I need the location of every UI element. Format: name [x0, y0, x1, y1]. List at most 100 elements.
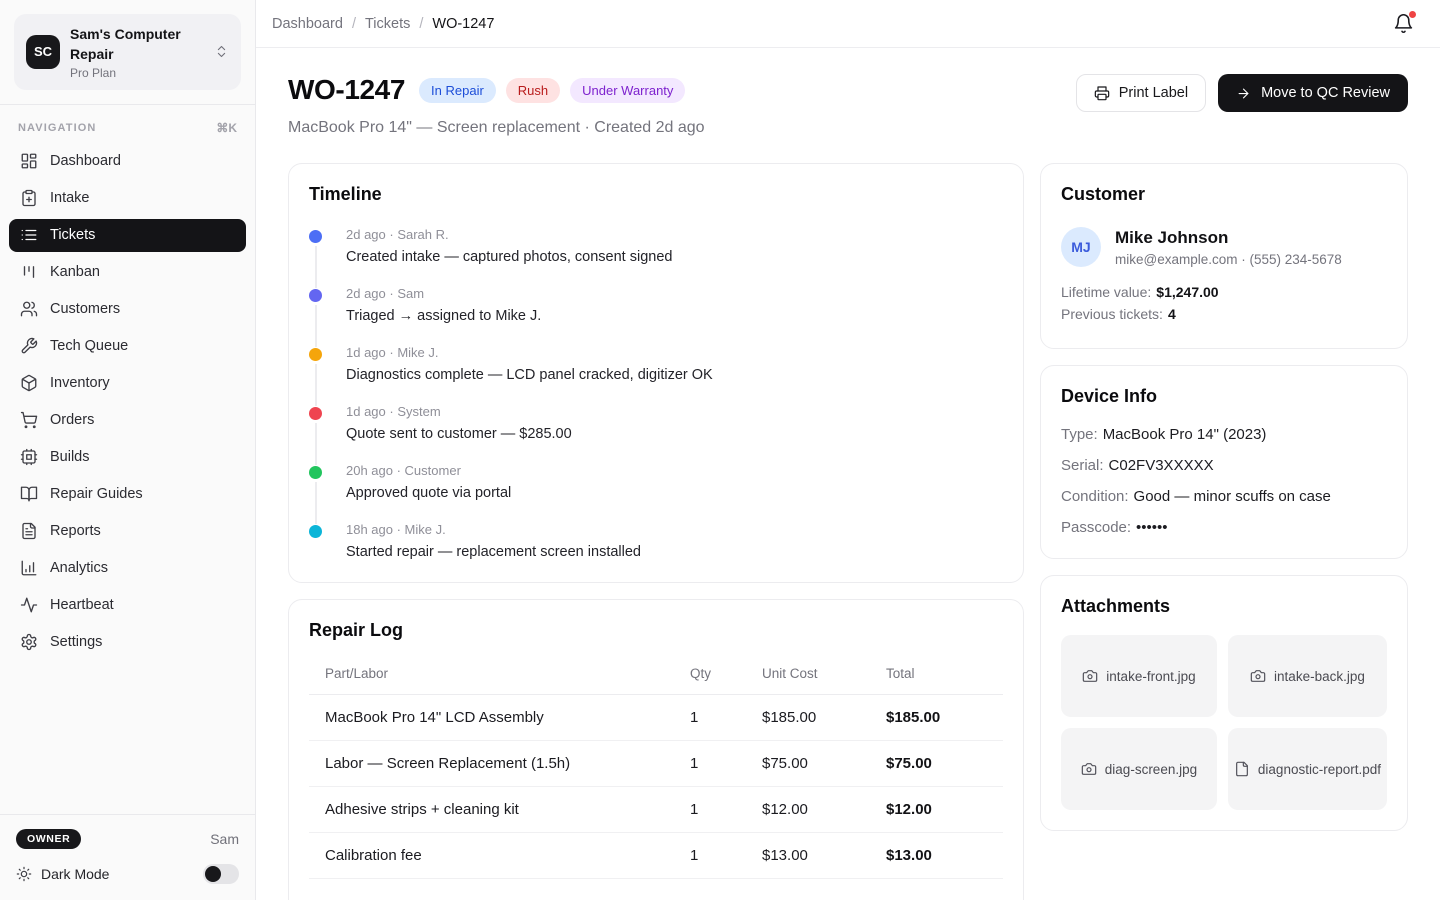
- wrench-icon: [20, 337, 38, 355]
- cell-part: MacBook Pro 14" LCD Assembly: [325, 709, 690, 726]
- status-badges: In Repair Rush Under Warranty: [419, 78, 685, 103]
- sidebar-item-dashboard[interactable]: Dashboard: [9, 145, 246, 178]
- attachment-tile[interactable]: intake-back.jpg: [1228, 635, 1387, 717]
- cart-icon: [20, 411, 38, 429]
- timeline-dot: [309, 466, 322, 479]
- cpu-icon: [20, 448, 38, 466]
- table-row: MacBook Pro 14" LCD Assembly 1 $185.00 $…: [309, 695, 1003, 741]
- attachment-tile[interactable]: diagnostic-report.pdf: [1228, 728, 1387, 810]
- table-body: MacBook Pro 14" LCD Assembly 1 $185.00 $…: [309, 695, 1003, 879]
- sidebar-item-tickets[interactable]: Tickets: [9, 219, 246, 252]
- device-info-row: Type:MacBook Pro 14" (2023): [1061, 426, 1387, 443]
- timeline-dot: [309, 348, 322, 361]
- table-row: Calibration fee 1 $13.00 $13.00: [309, 833, 1003, 879]
- cell-unit-cost: $12.00: [762, 801, 886, 818]
- customer-stat: Previous tickets:4: [1061, 306, 1387, 322]
- sidebar-item-reports[interactable]: Reports: [9, 515, 246, 548]
- print-label-button[interactable]: Print Label: [1076, 74, 1206, 112]
- cell-total: $75.00: [886, 755, 987, 772]
- event-text: Diagnostics complete — LCD panel cracked…: [346, 367, 1003, 383]
- col-part-labor: Part/Labor: [325, 666, 690, 681]
- sidebar-footer: OWNER Sam Dark Mode: [0, 814, 255, 900]
- sidebar-header: SC Sam's Computer Repair Pro Plan: [0, 0, 255, 105]
- sidebar: SC Sam's Computer Repair Pro Plan NAVIGA…: [0, 0, 256, 900]
- cell-qty: 1: [690, 801, 762, 818]
- event-meta: 18h ago · Mike J.: [346, 522, 1003, 537]
- sidebar-item-analytics[interactable]: Analytics: [9, 552, 246, 585]
- timeline-event: 20h ago · Customer Approved quote via po…: [309, 463, 1003, 522]
- cell-unit-cost: $13.00: [762, 847, 886, 864]
- repair-log-title: Repair Log: [309, 620, 1003, 641]
- sidebar-item-builds[interactable]: Builds: [9, 441, 246, 474]
- org-name: Sam's Computer Repair: [70, 24, 204, 65]
- cell-unit-cost: $75.00: [762, 755, 886, 772]
- sidebar-item-orders[interactable]: Orders: [9, 404, 246, 437]
- cell-unit-cost: $185.00: [762, 709, 886, 726]
- event-text: Approved quote via portal: [346, 485, 1003, 501]
- timeline-event: 1d ago · System Quote sent to customer —…: [309, 404, 1003, 463]
- event-meta: 1d ago · Mike J.: [346, 345, 1003, 360]
- sidebar-item-repair-guides[interactable]: Repair Guides: [9, 478, 246, 511]
- org-switcher[interactable]: SC Sam's Computer Repair Pro Plan: [14, 14, 241, 90]
- ticket-subtitle: MacBook Pro 14" — Screen replacement · C…: [288, 119, 705, 137]
- repair-log-card: Repair Log Part/Labor Qty Unit Cost Tota…: [288, 599, 1024, 900]
- breadcrumb-separator: /: [352, 16, 356, 32]
- timeline-title: Timeline: [309, 184, 1003, 205]
- owner-name: Sam: [210, 831, 239, 847]
- grid-icon: [20, 152, 38, 170]
- toggle-knob: [205, 866, 221, 882]
- org-plan: Pro Plan: [70, 66, 204, 80]
- main-area: Dashboard / Tickets / WO-1247 / WO-1247: [256, 0, 1440, 900]
- status-badge: Rush: [506, 78, 560, 103]
- file-icon: [1234, 761, 1250, 777]
- bar-chart-icon: [20, 559, 38, 577]
- camera-icon: [1082, 668, 1098, 684]
- customer-avatar: MJ: [1061, 227, 1101, 267]
- event-text: Quote sent to customer — $285.00: [346, 426, 1003, 442]
- event-text: Triaged → assigned to Mike J.: [346, 308, 1003, 324]
- sidebar-item-heartbeat[interactable]: Heartbeat: [9, 589, 246, 622]
- sidebar-item-intake[interactable]: Intake: [9, 182, 246, 215]
- ticket-page: WO-1247 In Repair Rush Under Warranty Ma…: [256, 48, 1440, 900]
- activity-icon: [20, 596, 38, 614]
- device-info-row: Passcode:••••••: [1061, 519, 1387, 536]
- customer-title: Customer: [1061, 184, 1387, 205]
- sidebar-item-settings[interactable]: Settings: [9, 626, 246, 659]
- cell-qty: 1: [690, 755, 762, 772]
- sidebar-item-kanban[interactable]: Kanban: [9, 256, 246, 289]
- timeline-event: 1d ago · Mike J. Diagnostics complete — …: [309, 345, 1003, 404]
- cell-total: $185.00: [886, 709, 987, 726]
- chevrons-up-down-icon: [214, 44, 229, 59]
- attachment-tile[interactable]: intake-front.jpg: [1061, 635, 1217, 717]
- sidebar-item-inventory[interactable]: Inventory: [9, 367, 246, 400]
- timeline-event: 2d ago · Sam Triaged → assigned to Mike …: [309, 286, 1003, 345]
- sidebar-item-customers[interactable]: Customers: [9, 293, 246, 326]
- dark-mode-toggle[interactable]: [203, 864, 239, 884]
- col-qty: Qty: [690, 666, 762, 681]
- sun-icon: [16, 866, 32, 882]
- breadcrumb-item: Dashboard /: [272, 16, 365, 32]
- timeline-dot: [309, 407, 322, 420]
- timeline-event: 18h ago · Mike J. Started repair — repla…: [309, 522, 1003, 562]
- timeline-events: 2d ago · Sarah R. Created intake — captu…: [309, 227, 1003, 562]
- status-badge: Under Warranty: [570, 78, 685, 103]
- move-to-qc-button[interactable]: Move to QC Review: [1218, 74, 1408, 112]
- sidebar-item-tech-queue[interactable]: Tech Queue: [9, 330, 246, 363]
- customer-stats: Lifetime value:$1,247.00 Previous ticket…: [1061, 284, 1387, 322]
- attachments-title: Attachments: [1061, 596, 1387, 617]
- timeline-dot: [309, 289, 322, 302]
- cell-part: Labor — Screen Replacement (1.5h): [325, 755, 690, 772]
- repair-log-table: Part/Labor Qty Unit Cost Total MacBook P…: [309, 653, 1003, 900]
- sidebar-nav: Dashboard Intake Tickets Kanban Customer…: [0, 145, 255, 663]
- event-meta: 1d ago · System: [346, 404, 1003, 419]
- notification-dot: [1409, 11, 1416, 18]
- bell-icon[interactable]: [1393, 13, 1414, 34]
- breadcrumb-separator: /: [419, 16, 423, 32]
- breadcrumb-item: Tickets /: [365, 16, 432, 32]
- device-info-row: Condition:Good — minor scuffs on case: [1061, 488, 1387, 505]
- list-icon: [20, 226, 38, 244]
- owner-badge: OWNER: [16, 829, 81, 849]
- attachment-tile[interactable]: diag-screen.jpg: [1061, 728, 1217, 810]
- device-info-title: Device Info: [1061, 386, 1387, 407]
- col-total: Total: [886, 666, 987, 681]
